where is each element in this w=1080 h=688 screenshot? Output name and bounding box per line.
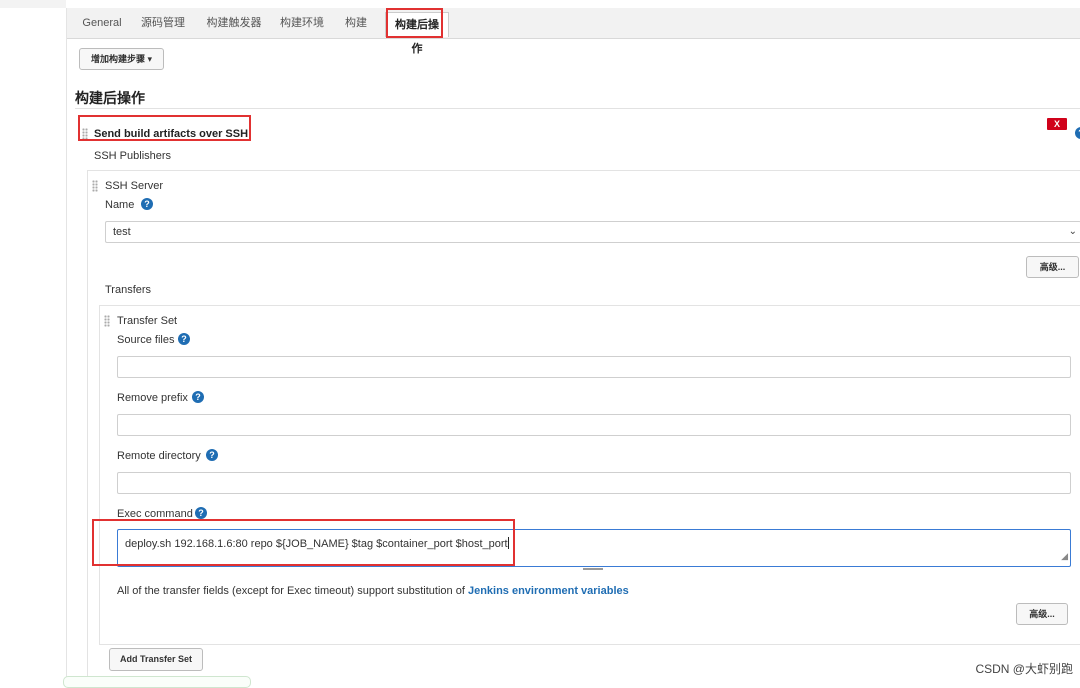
drag-handle[interactable] (82, 128, 88, 140)
exec-command-value: deploy.sh 192.168.1.6:80 repo ${JOB_NAME… (125, 538, 508, 550)
ssh-server-advanced-button[interactable]: 高级... (1026, 256, 1079, 278)
left-gutter (0, 0, 66, 683)
drag-handle[interactable] (92, 180, 98, 192)
tab-build-triggers[interactable]: 构建触发器 (206, 14, 262, 32)
remove-prefix-input[interactable] (117, 414, 1071, 436)
top-strip (0, 0, 66, 8)
ssh-server-title: SSH Server (105, 180, 164, 192)
resize-grip-icon[interactable]: ◢ (1061, 547, 1068, 565)
source-files-input[interactable] (117, 356, 1071, 378)
remote-directory-input[interactable] (117, 472, 1071, 494)
ssh-publishers-label: SSH Publishers (94, 150, 172, 162)
transfer-set-title: Transfer Set (117, 315, 178, 327)
tab-general[interactable]: General (82, 14, 122, 32)
substitution-note-text: All of the transfer fields (except for E… (117, 585, 465, 597)
tab-bar: General 源码管理 构建触发器 构建环境 构建 构建后操作 (67, 8, 1080, 55)
transfer-set-advanced-button[interactable]: 高级... (1016, 603, 1068, 625)
add-build-step-button[interactable]: 增加构建步骤 ▾ (79, 48, 164, 70)
tab-build-env[interactable]: 构建环境 (279, 14, 325, 32)
section-title: 构建后操作 (75, 90, 145, 106)
help-icon[interactable]: ? (192, 391, 204, 403)
help-icon[interactable]: ? (1075, 127, 1080, 139)
config-content: General 源码管理 构建触发器 构建环境 构建 构建后操作 增加构建步骤 … (66, 8, 1080, 683)
drag-handle[interactable] (104, 315, 110, 327)
tab-build[interactable]: 构建 (344, 14, 368, 32)
text-cursor (507, 537, 509, 549)
bottom-scroll-hint (63, 676, 251, 688)
ssh-server-name-select[interactable]: test ⌄ (105, 221, 1080, 243)
add-transfer-set-button[interactable]: Add Transfer Set (109, 648, 203, 671)
help-icon[interactable]: ? (206, 449, 218, 461)
remote-directory-label: Remote directory (117, 450, 201, 462)
delete-step-button[interactable]: X (1047, 118, 1067, 130)
step-title: Send build artifacts over SSH (94, 128, 249, 140)
tab-post-build[interactable]: 构建后操作 (385, 12, 449, 55)
source-files-label: Source files (117, 334, 175, 346)
substitution-note: All of the transfer fields (except for E… (117, 585, 629, 597)
help-icon[interactable]: ? (178, 333, 190, 345)
name-label: Name (105, 199, 135, 211)
chevron-down-icon: ⌄ (1068, 226, 1077, 237)
textarea-scroll-indicator (583, 568, 603, 570)
tab-source-control[interactable]: 源码管理 (141, 14, 185, 32)
exec-command-textarea[interactable]: deploy.sh 192.168.1.6:80 repo ${JOB_NAME… (117, 529, 1071, 567)
remove-prefix-label: Remove prefix (117, 392, 188, 404)
exec-command-label: Exec command (117, 508, 193, 520)
jenkins-env-vars-link[interactable]: Jenkins environment variables (468, 585, 629, 597)
section-divider (75, 108, 1080, 109)
help-icon[interactable]: ? (195, 507, 207, 519)
ssh-server-name-value: test (113, 226, 131, 238)
watermark: CSDN @大虾别跑 (975, 662, 1073, 676)
transfers-label: Transfers (105, 284, 152, 296)
help-icon[interactable]: ? (141, 198, 153, 210)
